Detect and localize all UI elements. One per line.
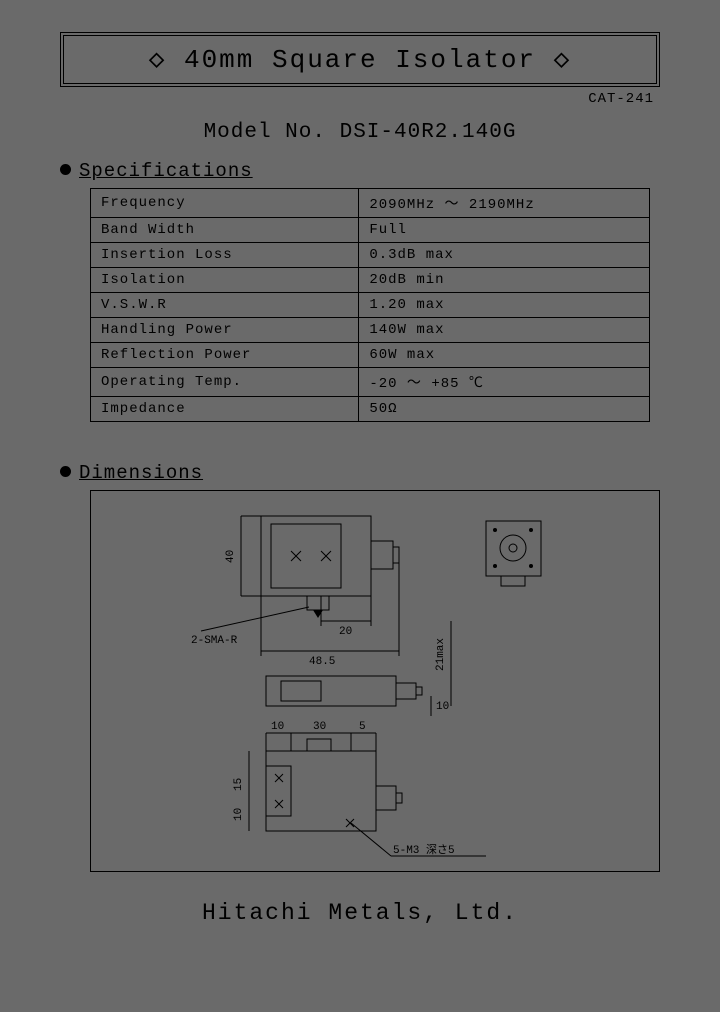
dim-40: 40 — [225, 550, 237, 563]
spec-value: 2090MHz ～ 2190MHz — [359, 189, 650, 218]
datasheet-page: ◇ 40mm Square Isolator ◇ CAT-241 Model N… — [0, 0, 720, 1012]
model-line: Model No. DSI-40R2.140G — [60, 121, 660, 144]
table-row: Insertion Loss0.3dB max — [91, 243, 650, 268]
dim-connector: 2-SMA-R — [191, 635, 238, 647]
dim-21max: 21max — [435, 638, 447, 671]
spec-value: 50Ω — [359, 397, 650, 422]
spec-key: Impedance — [91, 397, 359, 422]
bullet-icon — [60, 164, 71, 175]
table-row: Isolation20dB min — [91, 268, 650, 293]
table-row: Handling Power140W max — [91, 318, 650, 343]
spec-key: Insertion Loss — [91, 243, 359, 268]
specifications-heading: Specifications — [60, 160, 660, 182]
table-row: Band WidthFull — [91, 218, 650, 243]
dim-10b: 10 — [271, 721, 284, 733]
spec-value: 60W max — [359, 343, 650, 368]
spec-value: -20 ～ +85 ℃ — [359, 368, 650, 397]
page-title: ◇ 40mm Square Isolator ◇ — [149, 45, 572, 75]
catalog-number: CAT-241 — [60, 91, 654, 107]
model-label: Model No. — [204, 121, 326, 144]
table-row: Reflection Power60W max — [91, 343, 650, 368]
spec-key: Handling Power — [91, 318, 359, 343]
table-row: Impedance50Ω — [91, 397, 650, 422]
spec-key: Operating Temp. — [91, 368, 359, 397]
spec-key: V.S.W.R — [91, 293, 359, 318]
dim-5: 5 — [359, 721, 366, 733]
model-value: DSI-40R2.140G — [340, 121, 517, 144]
spec-value: Full — [359, 218, 650, 243]
spec-value: 0.3dB max — [359, 243, 650, 268]
spec-value: 20dB min — [359, 268, 650, 293]
dim-20: 20 — [339, 626, 352, 638]
dimensions-heading: Dimensions — [60, 462, 660, 484]
spec-key: Isolation — [91, 268, 359, 293]
table-row: Operating Temp.-20 ～ +85 ℃ — [91, 368, 650, 397]
table-row: V.S.W.R1.20 max — [91, 293, 650, 318]
bullet-icon — [60, 466, 71, 477]
specifications-heading-text: Specifications — [79, 160, 253, 182]
dim-15: 15 — [233, 778, 245, 791]
page-title-box: ◇ 40mm Square Isolator ◇ — [60, 32, 660, 87]
spec-key: Reflection Power — [91, 343, 359, 368]
dimensions-heading-text: Dimensions — [79, 462, 203, 484]
dim-485: 48.5 — [309, 656, 335, 668]
dim-30: 30 — [313, 721, 326, 733]
dim-hole: 5-M3 深さ5 — [393, 843, 455, 857]
table-row: Frequency2090MHz ～ 2190MHz — [91, 189, 650, 218]
dim-1010: 10 — [233, 808, 245, 821]
dim-10a: 10 — [436, 701, 449, 713]
spec-value: 1.20 max — [359, 293, 650, 318]
spec-key: Frequency — [91, 189, 359, 218]
company-footer: Hitachi Metals, Ltd. — [60, 900, 660, 926]
dimension-svg: 40 2-SMA-R 20 48.5 21max — [91, 491, 659, 871]
specifications-table: Frequency2090MHz ～ 2190MHzBand WidthFull… — [90, 188, 650, 422]
dimensions-drawing: 40 2-SMA-R 20 48.5 21max — [90, 490, 660, 872]
spec-value: 140W max — [359, 318, 650, 343]
spec-key: Band Width — [91, 218, 359, 243]
